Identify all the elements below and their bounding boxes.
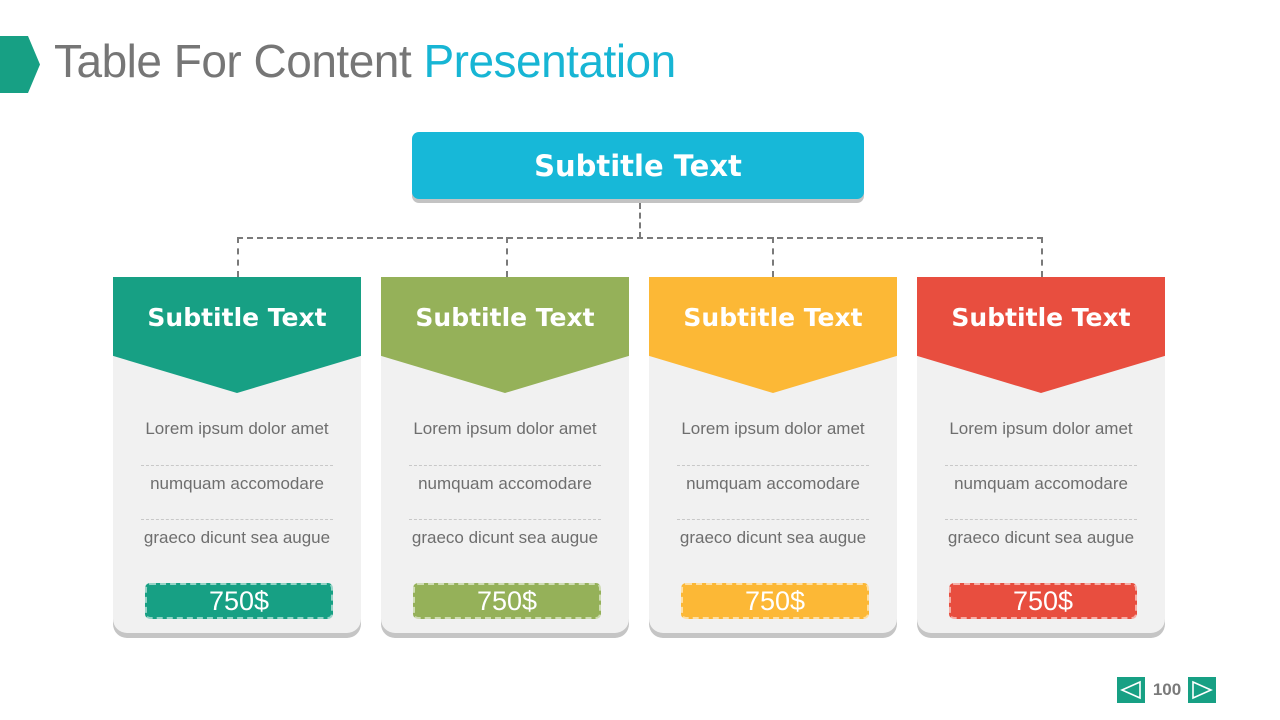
price-badge: 750$ [145,583,333,619]
connector-card-1 [237,237,239,277]
card-title: Subtitle Text [415,303,595,332]
triangle-right-icon[interactable] [1188,677,1216,703]
connector-vertical-main [639,203,641,238]
card-row: Lorem ipsum dolor amet [949,419,1133,438]
card: Subtitle Text Lorem ipsum dolor amet num… [649,277,897,633]
card-row: numquam accomodare [677,465,869,519]
card-row: numquam accomodare [141,465,333,519]
card-header [917,277,1165,393]
connector-horizontal [237,237,1043,239]
page-number: 100 [1152,680,1182,699]
connector-card-2 [506,237,508,277]
price-badge: 750$ [681,583,869,619]
card: Subtitle Text Lorem ipsum dolor amet num… [381,277,629,633]
page-title: Table For Content Presentation [54,34,676,88]
card-row: Lorem ipsum dolor amet [681,419,865,438]
card-title: Subtitle Text [683,303,863,332]
title-main: Table For Content [54,35,412,87]
card-row: Lorem ipsum dolor amet [413,419,597,438]
card-title: Subtitle Text [951,303,1131,332]
card-row: graeco dicunt sea augue [409,519,601,573]
title-accent: Presentation [423,35,676,87]
card: Subtitle Text Lorem ipsum dolor amet num… [113,277,361,633]
card-header [649,277,897,393]
card-header [381,277,629,393]
connector-card-4 [1041,237,1043,277]
top-subtitle-box: Subtitle Text [412,132,864,199]
triangle-left-icon[interactable] [1117,677,1145,703]
card-header [113,277,361,393]
card-row: numquam accomodare [945,465,1137,519]
card-row: graeco dicunt sea augue [677,519,869,573]
card-row: graeco dicunt sea augue [141,519,333,573]
price-badge: 750$ [949,583,1137,619]
prev-slide-button[interactable] [1117,677,1145,703]
card-title: Subtitle Text [147,303,327,332]
card-row: Lorem ipsum dolor amet [145,419,329,438]
price-badge: 750$ [413,583,601,619]
card-row: graeco dicunt sea augue [945,519,1137,573]
card: Subtitle Text Lorem ipsum dolor amet num… [917,277,1165,633]
next-slide-button[interactable] [1188,677,1216,703]
title-marker [0,36,40,93]
top-subtitle-text: Subtitle Text [534,148,742,183]
card-row: numquam accomodare [409,465,601,519]
connector-card-3 [772,237,774,277]
